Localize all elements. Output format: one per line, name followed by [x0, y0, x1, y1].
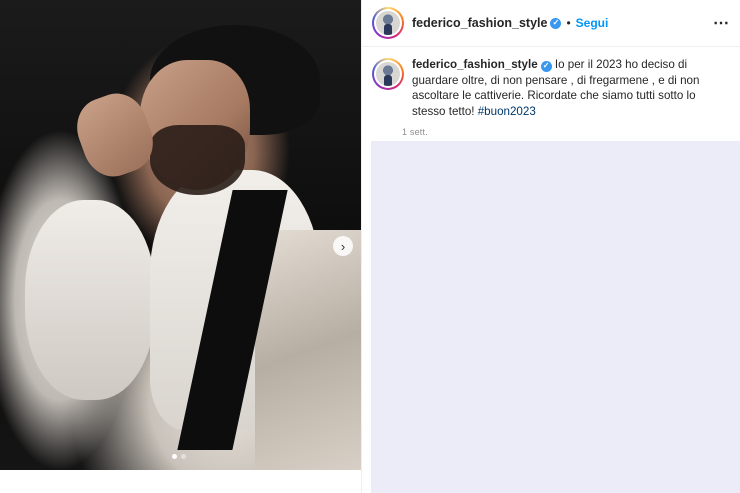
carousel-dot	[181, 454, 186, 459]
caption-body: federico_fashion_style ✓ Io per il 2023 h…	[412, 57, 730, 119]
comments-area	[371, 141, 740, 493]
chevron-right-icon: ›	[340, 238, 346, 254]
photo-sleeve	[25, 200, 155, 400]
verified-badge-icon: ✓	[550, 17, 562, 29]
post-photo[interactable]: ›	[0, 0, 361, 470]
post-caption: federico_fashion_style ✓ Io per il 2023 h…	[362, 47, 740, 119]
instagram-post: › federico_fashion_style ✓ • Segui ⋯ fed…	[0, 0, 740, 493]
profile-avatar[interactable]	[372, 7, 404, 39]
photo-beard	[150, 125, 245, 195]
caption-avatar[interactable]	[372, 58, 404, 90]
separator-dot: •	[566, 16, 571, 30]
carousel-next-button[interactable]: ›	[333, 236, 353, 256]
post-sidebar: federico_fashion_style ✓ • Segui ⋯ feder…	[361, 0, 740, 493]
avatar-image	[376, 62, 400, 86]
more-options-icon[interactable]: ⋯	[713, 13, 730, 33]
avatar-image	[376, 11, 400, 35]
carousel-dot	[172, 454, 177, 459]
carousel-indicator	[172, 454, 186, 459]
verified-badge-icon: ✓	[540, 60, 552, 72]
header-username-link[interactable]: federico_fashion_style	[412, 16, 547, 30]
hashtag-link[interactable]: #buon2023	[478, 105, 536, 118]
follow-button[interactable]: Segui	[576, 16, 609, 30]
caption-username-link[interactable]: federico_fashion_style	[412, 58, 538, 71]
post-header: federico_fashion_style ✓ • Segui ⋯	[362, 0, 740, 47]
post-timestamp[interactable]: 1 sett.	[402, 127, 740, 137]
